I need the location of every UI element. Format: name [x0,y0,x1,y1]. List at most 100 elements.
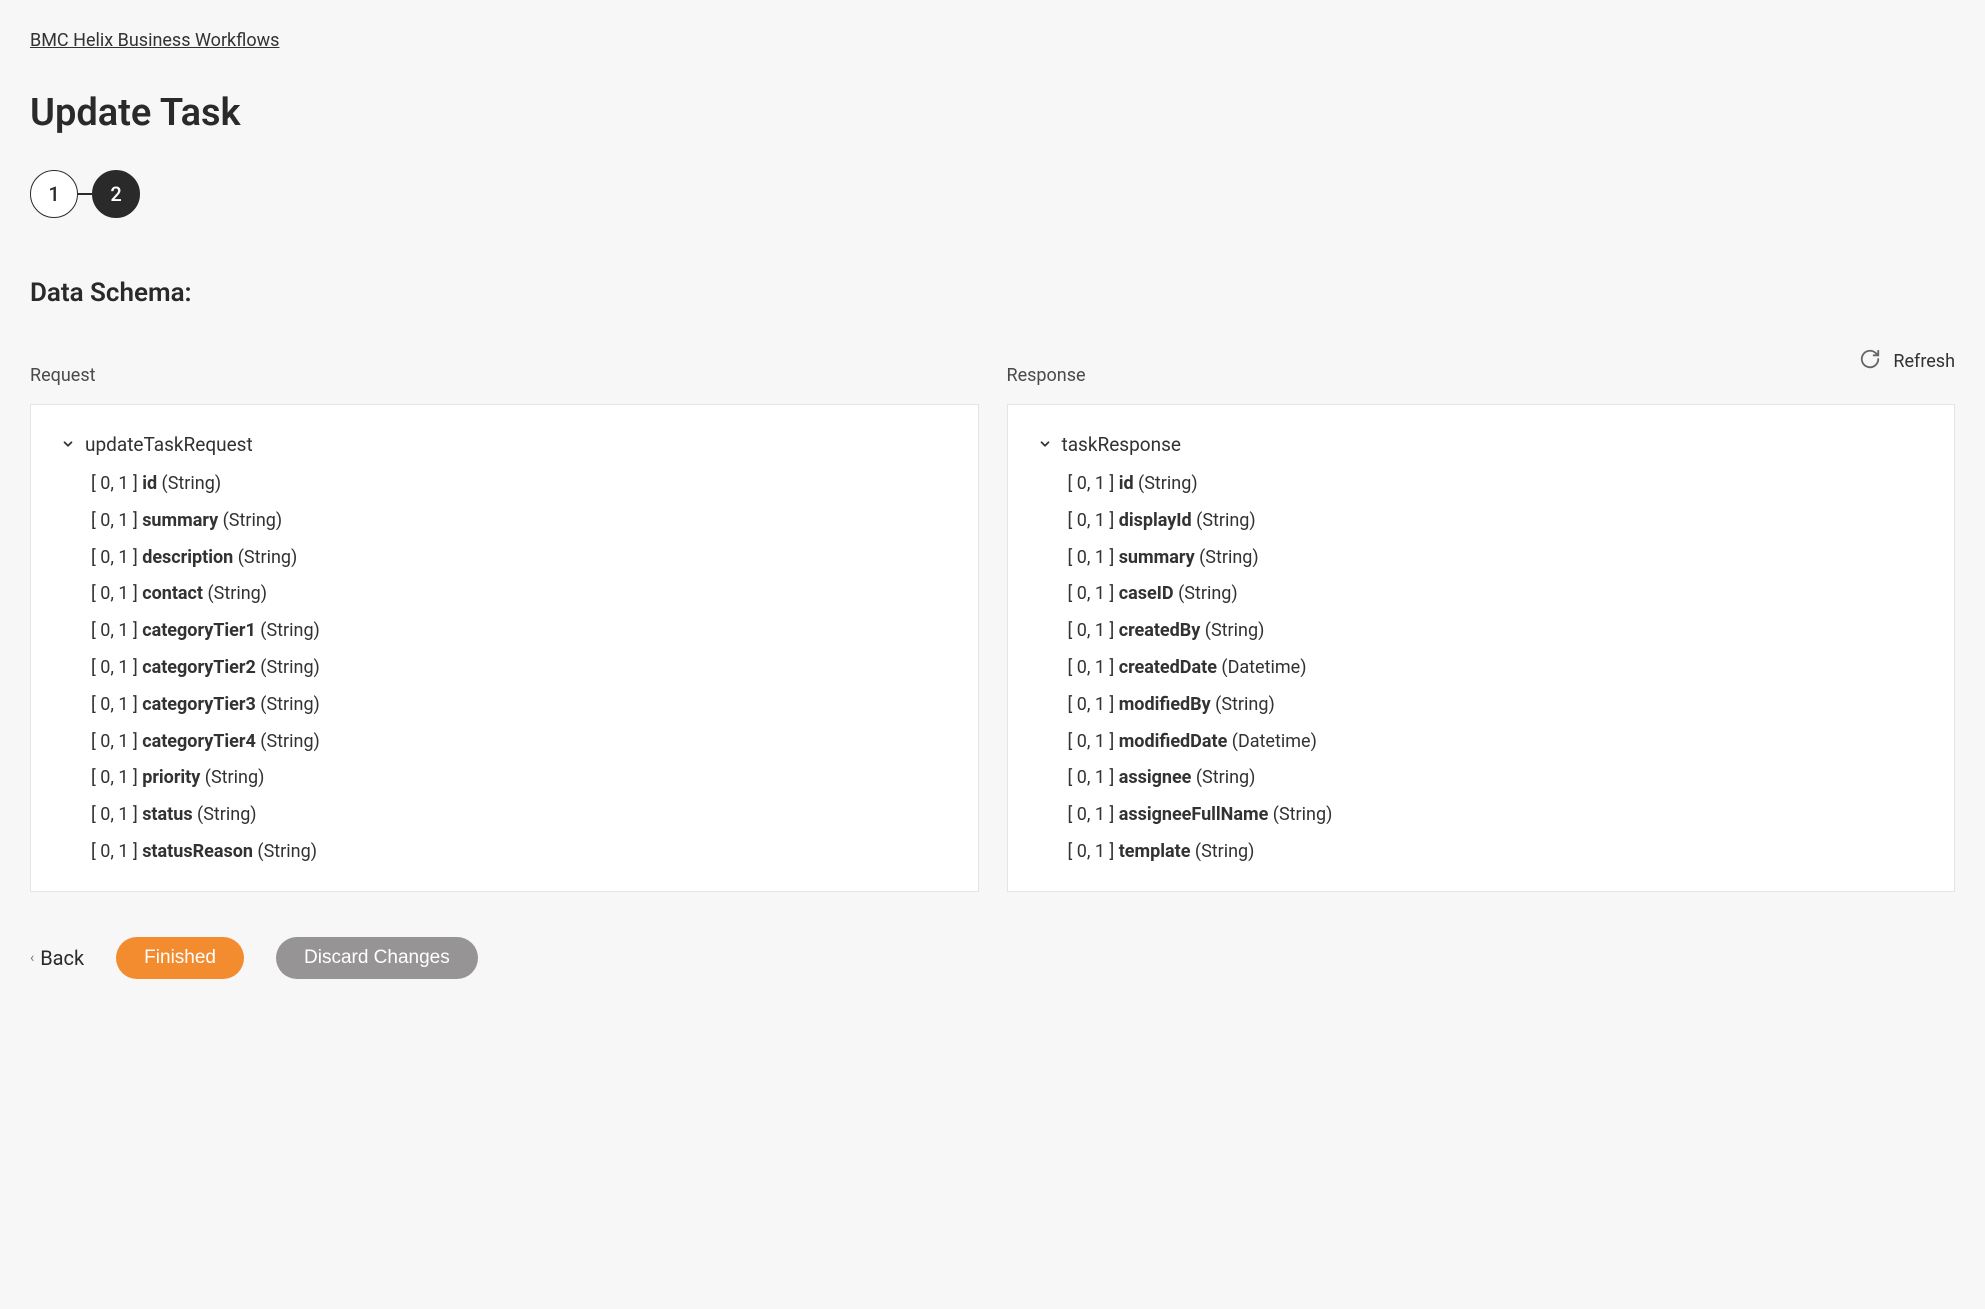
schema-field-row: [ 0, 1 ] categoryTier2 (String) [91,650,948,687]
field-type: (String) [1191,767,1255,788]
finished-button[interactable]: Finished [116,937,244,979]
schema-field-row: [ 0, 1 ] summary (String) [1068,540,1925,577]
request-field-list: [ 0, 1 ] id (String)[ 0, 1 ] summary (St… [91,466,948,871]
field-type: (String) [256,731,320,752]
field-cardinality: [ 0, 1 ] [1068,694,1119,715]
field-type: (String) [256,694,320,715]
schema-field-row: [ 0, 1 ] displayId (String) [1068,503,1925,540]
page-title: Update Task [30,91,1955,135]
field-cardinality: [ 0, 1 ] [1068,547,1119,568]
field-type: (String) [200,767,264,788]
field-name: categoryTier2 [142,657,256,678]
discard-changes-button[interactable]: Discard Changes [276,937,478,979]
step-2[interactable]: 2 [92,170,140,218]
field-name: createdBy [1119,620,1201,641]
request-label: Request [30,365,979,386]
field-name: categoryTier1 [142,620,256,641]
schema-field-row: [ 0, 1 ] contact (String) [91,576,948,613]
step-connector [78,193,92,195]
field-cardinality: [ 0, 1 ] [1068,583,1119,604]
field-cardinality: [ 0, 1 ] [1068,473,1119,494]
response-tree-toggle[interactable]: taskResponse [1038,433,1925,456]
back-label: Back [40,946,84,970]
chevron-left-icon: ‹ [30,950,34,966]
request-root-name: updateTaskRequest [85,433,253,456]
field-type: (String) [1200,620,1264,641]
section-title: Data Schema: [30,278,1955,308]
field-cardinality: [ 0, 1 ] [91,583,142,604]
breadcrumb[interactable]: BMC Helix Business Workflows [30,30,279,51]
request-tree-toggle[interactable]: updateTaskRequest [61,433,948,456]
schema-field-row: [ 0, 1 ] categoryTier3 (String) [91,687,948,724]
field-name: categoryTier4 [142,731,256,752]
response-column: Response taskResponse [ 0, 1 ] id (Strin… [1007,365,1956,892]
stepper: 1 2 [30,170,1955,218]
field-name: assigneeFullName [1119,804,1269,825]
field-type: (String) [253,841,317,862]
schema-field-row: [ 0, 1 ] id (String) [1068,466,1925,503]
schema-field-row: [ 0, 1 ] id (String) [91,466,948,503]
field-type: (String) [256,657,320,678]
field-name: assignee [1119,767,1192,788]
schema-field-row: [ 0, 1 ] description (String) [91,540,948,577]
field-name: categoryTier3 [142,694,256,715]
schema-field-row: [ 0, 1 ] modifiedDate (Datetime) [1068,724,1925,761]
field-cardinality: [ 0, 1 ] [91,547,142,568]
schema-field-row: [ 0, 1 ] status (String) [91,797,948,834]
schema-field-row: [ 0, 1 ] categoryTier1 (String) [91,613,948,650]
step-1[interactable]: 1 [30,170,78,218]
field-cardinality: [ 0, 1 ] [91,473,142,494]
field-type: (String) [1190,841,1254,862]
field-cardinality: [ 0, 1 ] [1068,767,1119,788]
field-name: modifiedBy [1119,694,1211,715]
response-field-list: [ 0, 1 ] id (String)[ 0, 1 ] displayId (… [1068,466,1925,871]
field-type: (String) [203,583,267,604]
field-cardinality: [ 0, 1 ] [1068,510,1119,531]
schema-field-row: [ 0, 1 ] createdDate (Datetime) [1068,650,1925,687]
schema-field-row: [ 0, 1 ] assignee (String) [1068,760,1925,797]
field-cardinality: [ 0, 1 ] [1068,620,1119,641]
field-name: summary [1119,547,1195,568]
schema-field-row: [ 0, 1 ] template (String) [1068,834,1925,871]
field-type: (String) [218,510,282,531]
field-name: caseID [1119,583,1174,604]
schema-field-row: [ 0, 1 ] categoryTier4 (String) [91,724,948,761]
field-cardinality: [ 0, 1 ] [1068,657,1119,678]
back-button[interactable]: ‹ Back [30,946,84,970]
field-name: priority [142,767,200,788]
field-type: (String) [1174,583,1238,604]
field-type: (String) [157,473,221,494]
field-type: (String) [1134,473,1198,494]
schema-field-row: [ 0, 1 ] modifiedBy (String) [1068,687,1925,724]
field-cardinality: [ 0, 1 ] [91,510,142,531]
field-type: (String) [1211,694,1275,715]
field-type: (String) [193,804,257,825]
field-name: id [142,473,157,494]
schema-field-row: [ 0, 1 ] caseID (String) [1068,576,1925,613]
field-name: statusReason [142,841,253,862]
field-name: modifiedDate [1119,731,1228,752]
field-cardinality: [ 0, 1 ] [91,657,142,678]
field-name: description [142,547,233,568]
response-label: Response [1007,365,1956,386]
field-cardinality: [ 0, 1 ] [91,841,142,862]
request-column: Request updateTaskRequest [ 0, 1 ] id (S… [30,365,979,892]
field-name: summary [142,510,218,531]
field-type: (Datetime) [1227,731,1317,752]
field-type: (String) [1192,510,1256,531]
field-type: (String) [256,620,320,641]
field-type: (String) [1195,547,1259,568]
field-name: template [1119,841,1191,862]
field-cardinality: [ 0, 1 ] [1068,804,1119,825]
field-type: (String) [233,547,297,568]
schema-field-row: [ 0, 1 ] statusReason (String) [91,834,948,871]
field-cardinality: [ 0, 1 ] [91,804,142,825]
field-name: id [1119,473,1134,494]
field-cardinality: [ 0, 1 ] [91,694,142,715]
field-name: displayId [1119,510,1192,531]
field-type: (Datetime) [1217,657,1307,678]
field-cardinality: [ 0, 1 ] [91,620,142,641]
footer: ‹ Back Finished Discard Changes [30,937,1955,979]
request-card: updateTaskRequest [ 0, 1 ] id (String)[ … [30,404,979,892]
field-cardinality: [ 0, 1 ] [91,767,142,788]
